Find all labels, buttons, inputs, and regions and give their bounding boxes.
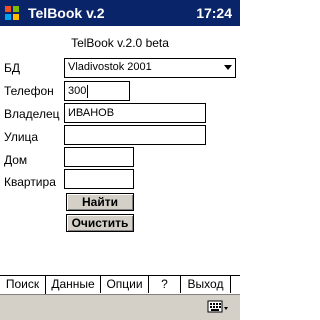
find-button[interactable]: Найти xyxy=(66,193,134,211)
street-field[interactable] xyxy=(64,125,206,145)
db-select[interactable]: Vladivostok 2001 xyxy=(64,58,236,78)
phone-value: 300 xyxy=(68,85,87,97)
tab-data[interactable]: Данные xyxy=(46,275,101,293)
house-field[interactable] xyxy=(64,147,134,167)
tab-exit[interactable]: Выход xyxy=(181,275,231,293)
db-label: БД xyxy=(4,61,21,75)
windows-flag-icon[interactable] xyxy=(4,5,20,21)
text-caret xyxy=(87,84,89,98)
title-bar: TelBook v.2 17:24 xyxy=(0,0,240,26)
keyboard-icon[interactable] xyxy=(204,299,230,317)
apartment-field[interactable] xyxy=(64,169,134,189)
dropdown-arrow-icon xyxy=(224,65,232,70)
tab-search[interactable]: Поиск xyxy=(0,276,46,294)
command-bar xyxy=(0,294,240,320)
owner-field[interactable]: ИВАНОВ xyxy=(64,103,206,123)
phone-field[interactable]: 300 xyxy=(64,81,130,101)
app-heading: TelBook v.2.0 beta xyxy=(71,36,169,50)
apartment-label: Квартира xyxy=(4,175,56,189)
db-select-value: Vladivostok 2001 xyxy=(68,61,152,73)
house-label: Дом xyxy=(4,153,28,167)
phone-label: Телефон xyxy=(4,84,54,98)
clock[interactable]: 17:24 xyxy=(196,5,232,21)
tab-help[interactable]: ? xyxy=(149,275,181,293)
street-label: Улица xyxy=(4,130,39,144)
clear-button[interactable]: Очистить xyxy=(66,214,134,232)
owner-value: ИВАНОВ xyxy=(68,107,115,119)
tab-options[interactable]: Опции xyxy=(101,275,149,293)
tab-bar: Поиск Данные Опции ? Выход xyxy=(0,275,240,294)
window-title: TelBook v.2 xyxy=(28,5,105,21)
owner-label: Владелец xyxy=(4,107,60,121)
